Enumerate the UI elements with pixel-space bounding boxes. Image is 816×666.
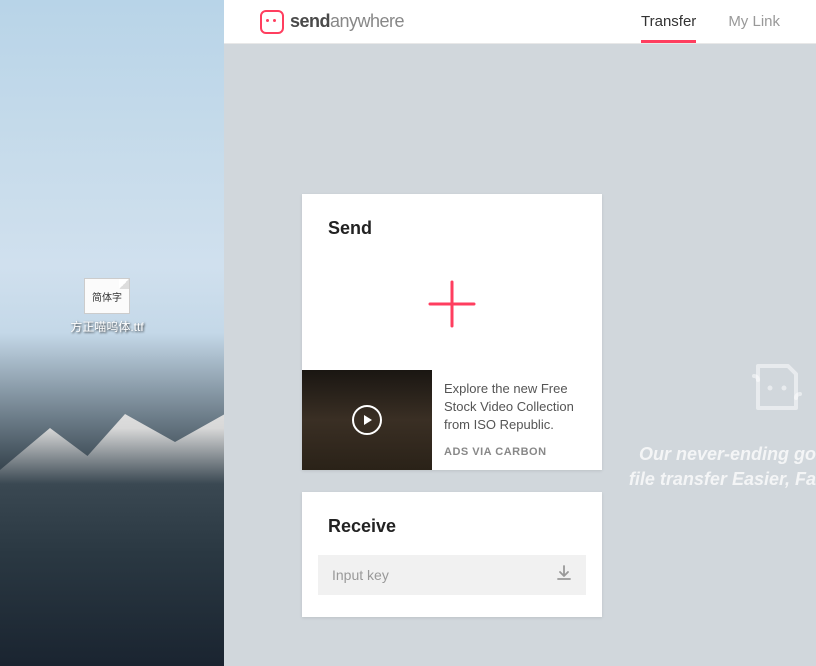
plus-icon [424,276,480,332]
send-title: Send [302,194,602,239]
tab-transfer[interactable]: Transfer [641,0,696,43]
receive-title: Receive [302,492,602,537]
desktop-wallpaper: 简体字 方正喵呜体.ttf [0,0,224,666]
ad-attribution: ADS VIA CARBON [444,445,590,460]
desktop-file-icon[interactable]: 简体字 方正喵呜体.ttf [62,278,152,336]
app-body: Our never-ending go file transfer Easier… [224,44,816,666]
logo-bold: send [290,11,330,31]
logo-light: anywhere [330,11,404,31]
file-label: 方正喵呜体.ttf [62,320,152,336]
nav-tabs: Transfer My Link [641,0,780,43]
promo-line2: file transfer Easier, Fa [629,467,816,492]
ad-block[interactable]: Explore the new Free Stock Video Collect… [302,369,602,470]
file-thumbnail-text: 简体字 [92,289,122,304]
promo-line1: Our never-ending go [629,442,816,467]
ad-copy: Explore the new Free Stock Video Collect… [444,380,590,435]
wallpaper-mountain [0,386,224,666]
promo-text: Our never-ending go file transfer Easier… [629,442,816,492]
send-dropzone[interactable] [302,239,602,369]
ad-thumbnail [302,370,432,470]
ad-text-container: Explore the new Free Stock Video Collect… [432,370,602,470]
tab-mylink[interactable]: My Link [728,0,780,43]
logo-icon [260,10,284,34]
receive-submit-button[interactable] [542,555,586,595]
play-icon [352,405,382,435]
receive-card: Receive [302,492,602,617]
promo-file-icon [746,358,808,425]
receive-input-row [302,537,602,617]
app-header: sendanywhere Transfer My Link [224,0,816,44]
receive-key-input[interactable] [318,555,542,595]
file-thumbnail: 简体字 [84,278,130,314]
app-logo[interactable]: sendanywhere [260,10,641,34]
sendanywhere-app: sendanywhere Transfer My Link Our never-… [224,0,816,666]
download-icon [555,564,573,587]
logo-text: sendanywhere [290,11,404,32]
send-card: Send Explore the new Free Stock Video Co… [302,194,602,470]
